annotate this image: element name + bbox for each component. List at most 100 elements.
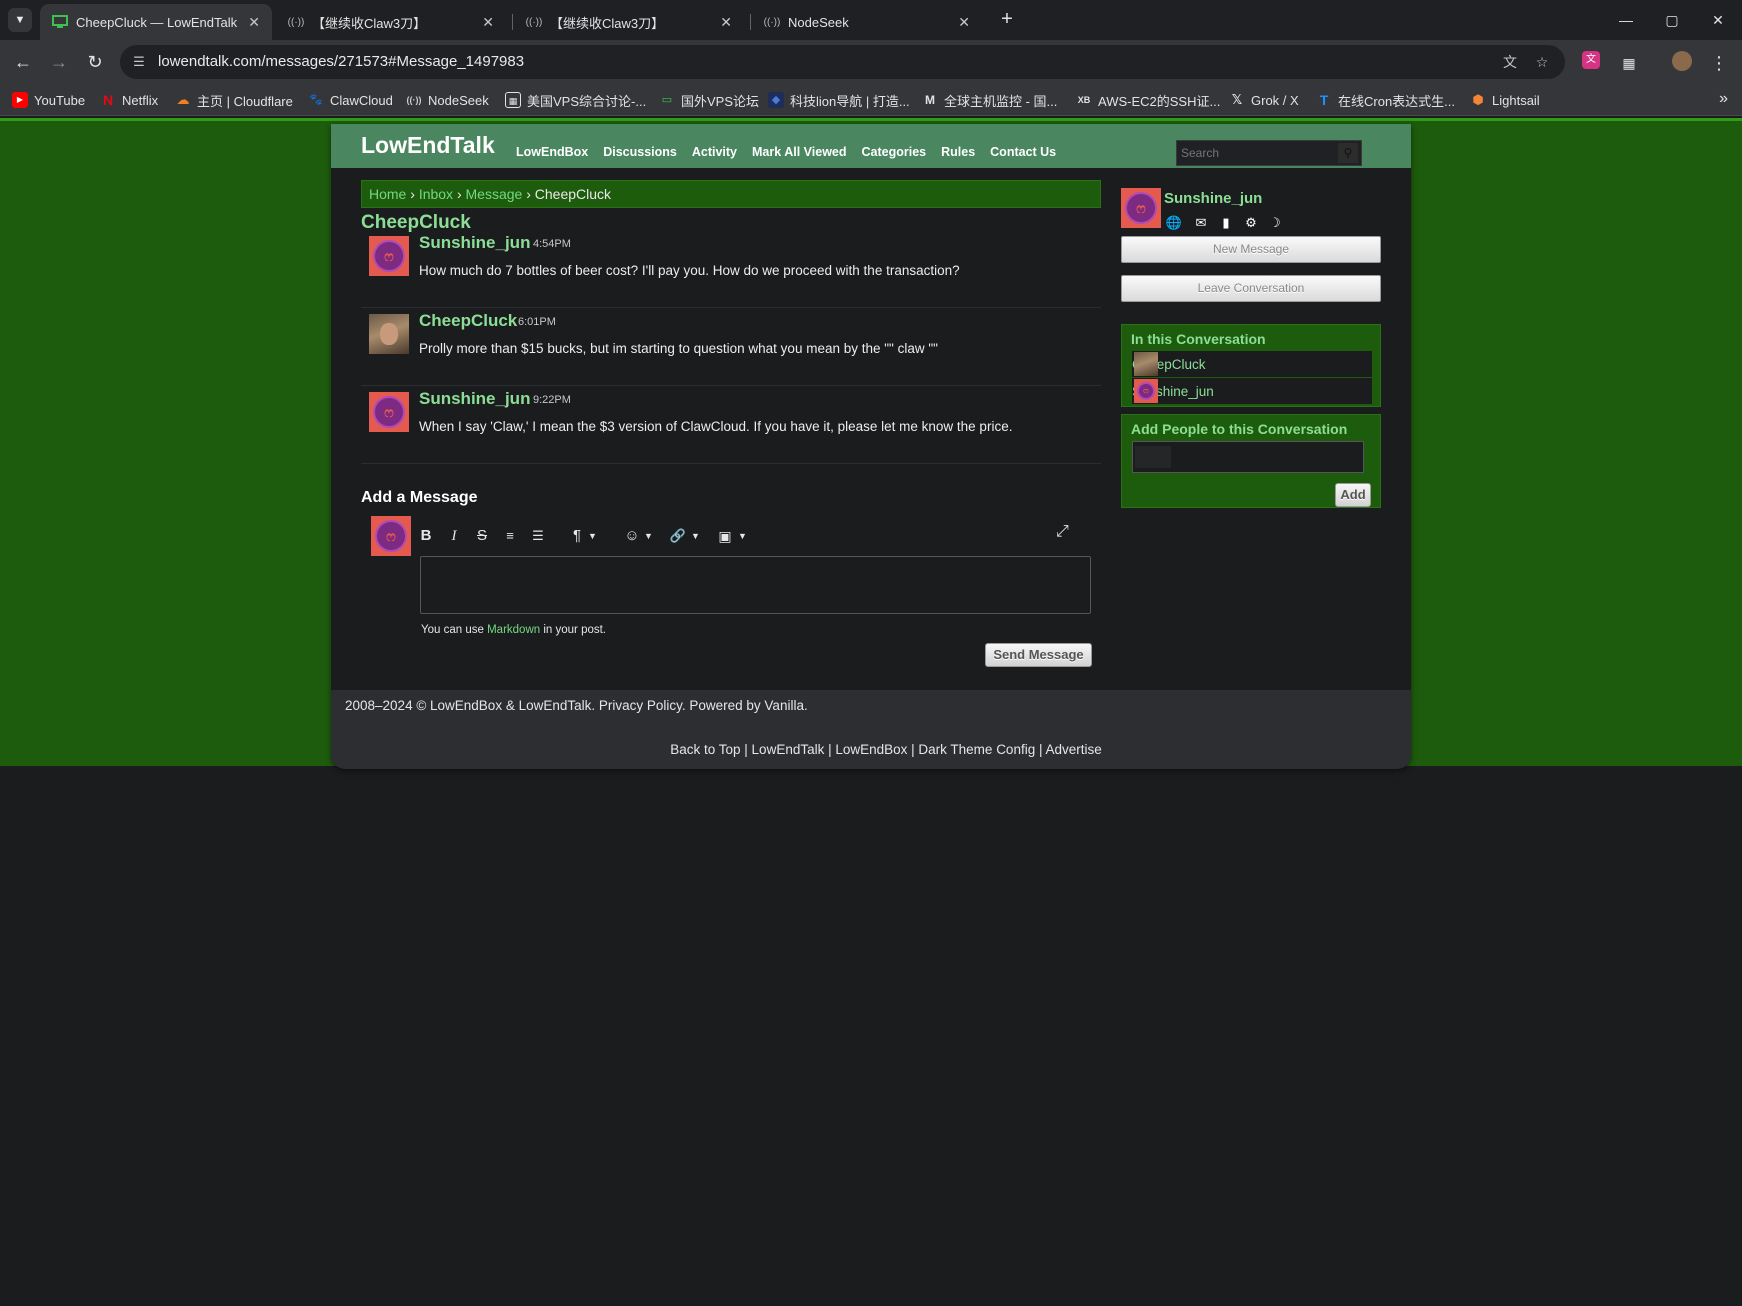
nav-discussions[interactable]: Discussions (603, 145, 677, 159)
leave-conversation-button[interactable]: Leave Conversation (1121, 275, 1381, 302)
avatar[interactable]: ෆ (369, 236, 409, 276)
avatar[interactable] (369, 314, 409, 354)
tab-divider (512, 14, 513, 30)
nav-rules[interactable]: Rules (941, 145, 975, 159)
qr-icon: ▦ (505, 92, 521, 108)
bookmark-youtube[interactable]: ▶ YouTube (12, 84, 85, 116)
strikethrough-icon[interactable]: S (472, 522, 492, 550)
bookmark-grok-x[interactable]: 𝕏 Grok / X (1229, 84, 1299, 116)
message-author[interactable]: Sunshine_jun (419, 389, 530, 409)
message-author[interactable]: CheepCluck (419, 311, 517, 331)
image-icon[interactable]: ▣ (714, 522, 736, 550)
close-window-icon[interactable]: ✕ (1693, 0, 1742, 40)
italic-icon[interactable]: I (444, 522, 464, 550)
bookmark-aws-ssh[interactable]: XB AWS-EC2的SSH证... (1076, 84, 1221, 116)
gear-icon[interactable]: ⚙ (1242, 214, 1260, 232)
forward-icon[interactable]: → (46, 49, 72, 75)
nav-mark-all-viewed[interactable]: Mark All Viewed (752, 145, 846, 159)
bookmarks-overflow-icon[interactable]: » (1719, 90, 1728, 108)
bookmark-cron[interactable]: T 在线Cron表达式生... (1316, 84, 1455, 116)
bookmark-label: NodeSeek (428, 92, 489, 108)
moon-icon[interactable]: ☽ (1266, 214, 1284, 232)
globe-icon[interactable]: 🌐 (1165, 214, 1183, 232)
site-info-icon[interactable]: ☰ (130, 53, 148, 71)
maximize-icon[interactable]: ▢ (1647, 0, 1697, 40)
search-icon[interactable]: ⚲ (1338, 143, 1358, 163)
back-icon[interactable]: ← (10, 49, 36, 75)
message-time[interactable]: 9:22PM (533, 394, 571, 406)
bookmark-us-vps[interactable]: ▦ 美国VPS综合讨论-... (505, 84, 646, 116)
avatar[interactable]: ෆ (1121, 188, 1161, 228)
reload-icon[interactable]: ↻ (82, 49, 108, 75)
bookmark-star-icon[interactable]: ☆ (1532, 52, 1552, 72)
participant-item[interactable]: ෆ Sunshine_jun (1132, 378, 1372, 404)
site-logo[interactable]: LowEndTalk (361, 132, 495, 159)
translate-icon[interactable]: 文 (1500, 52, 1520, 72)
bookmark-label: 主页 | Cloudflare (197, 93, 293, 109)
avatar[interactable]: ෆ (369, 392, 409, 432)
bold-icon[interactable]: B (416, 522, 436, 550)
markdown-link[interactable]: Markdown (487, 624, 540, 636)
message-time[interactable]: 6:01PM (518, 316, 556, 328)
bookmark-host-monitor[interactable]: M 全球主机监控 - 国... (922, 84, 1057, 116)
participant-item[interactable]: CheepCluck (1132, 351, 1372, 377)
menu-kebab-icon[interactable]: ⋮ (1708, 52, 1730, 74)
emoji-icon[interactable]: ☺ (622, 522, 642, 550)
forum-container: LowEndTalk LowEndBox Discussions Activit… (331, 124, 1411, 769)
close-tab-icon[interactable]: ✕ (720, 14, 732, 31)
new-tab-button[interactable]: + (995, 8, 1019, 32)
mail-icon[interactable]: ✉ (1192, 214, 1210, 232)
message-author[interactable]: Sunshine_jun (419, 233, 530, 253)
url-text[interactable]: lowendtalk.com/messages/271573#Message_1… (158, 45, 524, 79)
chevron-down-icon[interactable]: ▼ (691, 522, 700, 550)
bookmark-nodeseek[interactable]: ((·)) NodeSeek (406, 84, 489, 116)
new-message-button[interactable]: New Message (1121, 236, 1381, 263)
close-tab-icon[interactable]: ✕ (248, 14, 260, 31)
paragraph-icon[interactable]: ¶ (568, 522, 586, 550)
chevron-down-icon[interactable]: ▼ (644, 522, 653, 550)
breadcrumb-home[interactable]: Home (369, 186, 406, 202)
nav-activity[interactable]: Activity (692, 145, 737, 159)
minimize-icon[interactable]: — (1601, 0, 1651, 40)
tab-cheepcluck[interactable]: CheepCluck — LowEndTalk ✕ (40, 4, 272, 40)
bookmark-cloudflare[interactable]: ☁ 主页 | Cloudflare (175, 84, 293, 116)
bookmark-netflix[interactable]: N Netflix (100, 84, 158, 116)
send-message-button[interactable]: Send Message (985, 643, 1092, 667)
bookmark-lightsail[interactable]: ⬢ Lightsail (1470, 84, 1539, 116)
footer-links[interactable]: Back to Top | LowEndTalk | LowEndBox | D… (331, 742, 1411, 757)
chevron-down-icon[interactable]: ▼ (738, 522, 747, 550)
add-people-input[interactable] (1132, 441, 1364, 473)
extension-icon[interactable]: 文 (1582, 51, 1600, 69)
close-tab-icon[interactable]: ✕ (482, 14, 494, 31)
bookmark-vps-forum[interactable]: ▭ 国外VPS论坛 (659, 84, 759, 116)
address-bar[interactable]: ☰ lowendtalk.com/messages/271573#Message… (120, 45, 1565, 79)
tab-search-button[interactable]: ▼ (8, 8, 32, 32)
breadcrumb-inbox[interactable]: Inbox (419, 186, 453, 202)
tab-nodeseek[interactable]: ((·)) NodeSeek ✕ (752, 4, 982, 40)
nav-lowendbox[interactable]: LowEndBox (516, 145, 588, 159)
sidebar-username[interactable]: Sunshine_jun (1164, 190, 1262, 207)
ordered-list-icon[interactable]: ≡ (500, 522, 520, 550)
chevron-down-icon[interactable]: ▼ (588, 522, 597, 550)
profile-avatar-icon[interactable] (1672, 51, 1692, 71)
tab-claw-1[interactable]: ((·)) 【继续收Claw3刀】 ✕ (276, 4, 506, 40)
nav-contact-us[interactable]: Contact Us (990, 145, 1056, 159)
tab-claw-2[interactable]: ((·)) 【继续收Claw3刀】 ✕ (514, 4, 744, 40)
bookmark-lion-nav[interactable]: ◆ 科技lion导航 | 打造... (768, 84, 910, 116)
nav-categories[interactable]: Categories (862, 145, 927, 159)
breadcrumb-message[interactable]: Message (466, 186, 523, 202)
message-time[interactable]: 4:54PM (533, 238, 571, 250)
bullet-list-icon[interactable]: ☰ (528, 522, 548, 550)
bookmarks-icon[interactable]: ▮ (1217, 214, 1235, 232)
bookmark-clawcloud[interactable]: 🐾 ClawCloud (308, 84, 393, 116)
fullscreen-icon[interactable]: ⤢ (1056, 523, 1069, 541)
markdown-hint: You can use Markdown in your post. (421, 624, 606, 636)
close-tab-icon[interactable]: ✕ (958, 14, 970, 31)
broadcast-icon: ((·)) (406, 95, 422, 105)
search-input[interactable] (1177, 141, 1337, 165)
add-button[interactable]: Add (1335, 483, 1371, 507)
link-icon[interactable]: 🔗 (668, 522, 688, 550)
message-textarea[interactable] (420, 556, 1091, 614)
message-body: Prolly more than $15 bucks, but im start… (419, 341, 938, 356)
extensions-puzzle-icon[interactable]: ▦ (1618, 52, 1640, 74)
